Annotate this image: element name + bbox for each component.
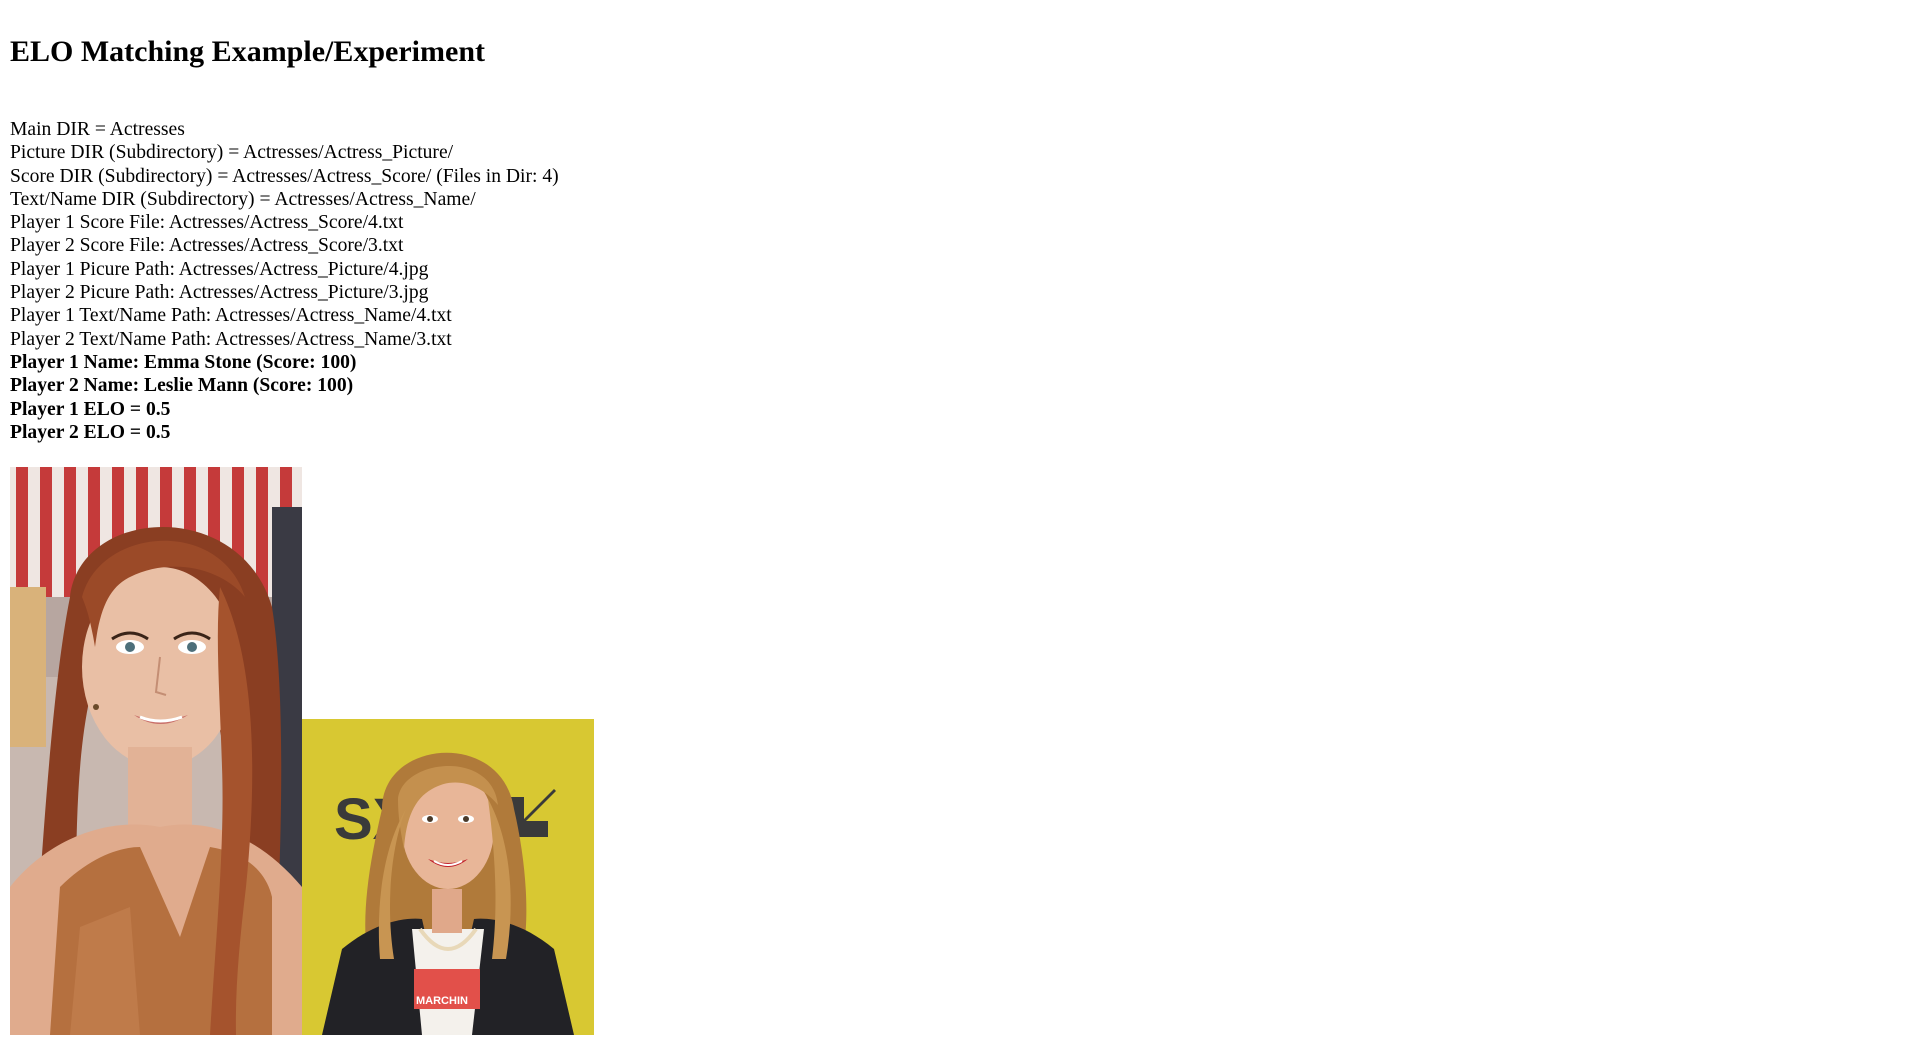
player2-portrait-illustration: SX MARCHIN: [302, 719, 594, 1035]
player2-name-line: Player 2 Name: Leslie Mann (Score: 100): [10, 375, 354, 397]
player2-photo[interactable]: SX MARCHIN: [302, 719, 594, 1035]
player2-score-file-line: Player 2 Score File: Actresses/Actress_S…: [10, 235, 404, 257]
player2-picture-path-line: Player 2 Picure Path: Actresses/Actress_…: [10, 282, 429, 304]
player2-name-path-line: Player 2 Text/Name Path: Actresses/Actre…: [10, 328, 452, 350]
player2-elo-line: Player 2 ELO = 0.5: [10, 421, 171, 443]
player1-photo[interactable]: [10, 467, 302, 1035]
main-dir-line: Main DIR = Actresses: [10, 119, 185, 140]
name-dir-line: Text/Name DIR (Subdirectory) = Actresses…: [10, 188, 476, 210]
page: ELO Matching Example/Experiment Main DIR…: [0, 0, 1930, 1037]
player1-score-file-line: Player 1 Score File: Actresses/Actress_S…: [10, 212, 404, 234]
player1-picture-path-line: Player 1 Picure Path: Actresses/Actress_…: [10, 258, 429, 280]
page-title: ELO Matching Example/Experiment: [10, 35, 485, 68]
player1-name-line: Player 1 Name: Emma Stone (Score: 100): [10, 351, 357, 373]
picture-dir-line: Picture DIR (Subdirectory) = Actresses/A…: [10, 142, 454, 164]
score-dir-line: Score DIR (Subdirectory) = Actresses/Act…: [10, 165, 559, 187]
player1-elo-line: Player 1 ELO = 0.5: [10, 398, 171, 420]
shirt-text: MARCHIN: [416, 995, 468, 1007]
player1-name-path-line: Player 1 Text/Name Path: Actresses/Actre…: [10, 305, 452, 327]
player1-portrait-illustration: [10, 467, 302, 1035]
info-block: Main DIR = Actresses Picture DIR (Subdir…: [10, 118, 559, 444]
